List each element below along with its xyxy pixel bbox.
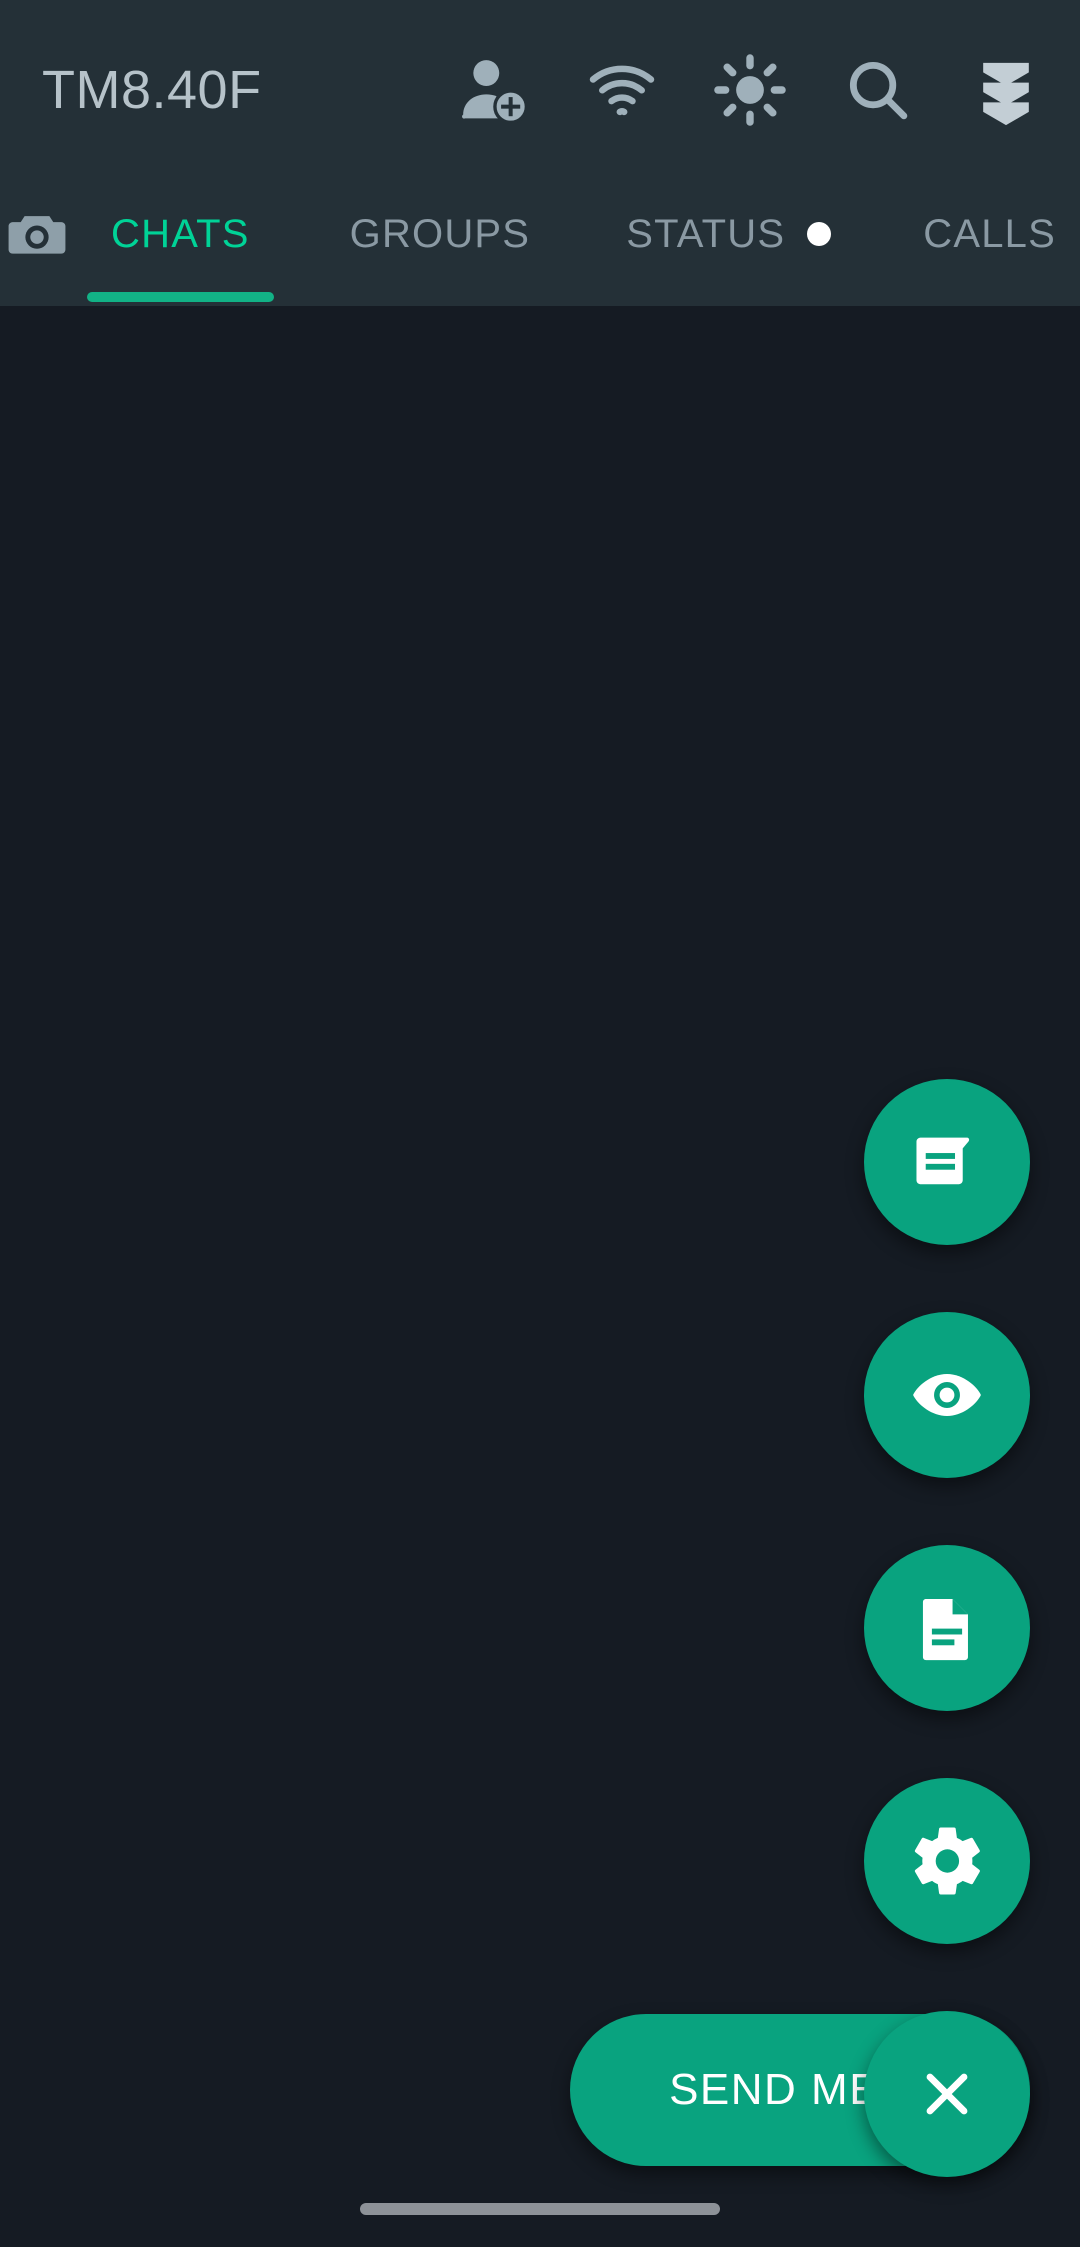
tab-status-label: STATUS (626, 211, 786, 256)
wifi-icon[interactable] (558, 26, 686, 154)
tab-bar: CHATS GROUPS STATUS CALLS (0, 180, 1080, 306)
app-screen: TM8.40F CHATS GROUPS STATUS CALLS SEND M… (0, 0, 1080, 2247)
tab-groups[interactable]: GROUPS (326, 180, 555, 288)
close-icon[interactable] (864, 2011, 1030, 2177)
add-contact-icon[interactable] (430, 26, 558, 154)
tab-active-indicator (87, 292, 274, 302)
tab-chats-label: CHATS (111, 211, 250, 256)
fab-eye-button[interactable] (864, 1312, 1030, 1478)
app-bar: TM8.40F (0, 0, 1080, 180)
brightness-icon[interactable] (686, 26, 814, 154)
tab-groups-label: GROUPS (349, 211, 531, 256)
tab-status[interactable]: STATUS (602, 180, 855, 288)
page-title: TM8.40F (42, 60, 262, 120)
chevron-double-down-icon[interactable] (942, 26, 1070, 154)
fab-document-button[interactable] (864, 1545, 1030, 1711)
chat-list-area (0, 306, 1080, 2247)
gesture-handle[interactable] (360, 2203, 720, 2215)
fab-settings-button[interactable] (864, 1778, 1030, 1944)
tab-calls-label: CALLS (923, 211, 1056, 256)
status-unread-badge (807, 222, 832, 246)
tab-chats[interactable]: CHATS (87, 180, 274, 302)
app-header: TM8.40F CHATS GROUPS STATUS CALLS (0, 0, 1080, 306)
app-bar-actions (430, 26, 1080, 154)
tab-calls[interactable]: CALLS (899, 180, 1080, 288)
camera-icon[interactable] (0, 180, 73, 288)
fab-message-button[interactable] (864, 1079, 1030, 1245)
search-icon[interactable] (814, 26, 942, 154)
